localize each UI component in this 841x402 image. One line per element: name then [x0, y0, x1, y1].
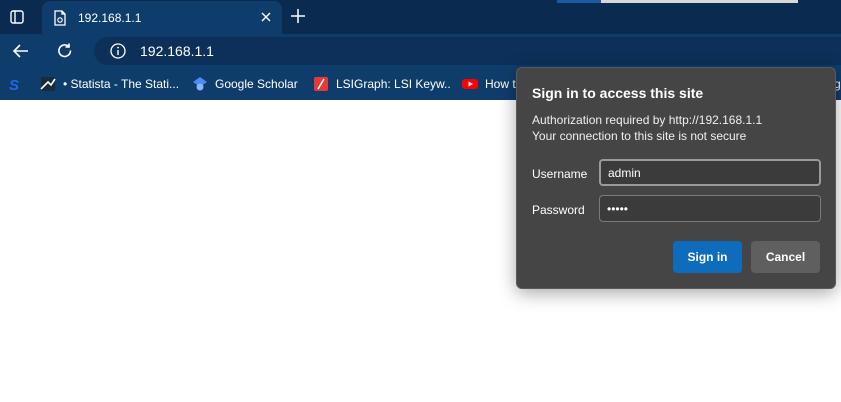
- close-icon[interactable]: [258, 9, 274, 25]
- bookmark-s[interactable]: S: [6, 68, 29, 100]
- toolbar: 192.168.1.1: [0, 34, 841, 68]
- tab-strip: 192.168.1.1: [0, 0, 841, 34]
- bookmark-lsigraph[interactable]: LSIGraph: LSI Keyw...: [313, 68, 451, 100]
- cancel-button[interactable]: Cancel: [751, 241, 820, 273]
- svg-text:S: S: [9, 77, 19, 92]
- back-arrow-icon[interactable]: [9, 39, 33, 63]
- scholar-icon: [192, 76, 208, 92]
- username-field[interactable]: [599, 159, 821, 186]
- window-edge-strip: [601, 0, 798, 3]
- username-label: Username: [532, 167, 588, 181]
- lsigraph-icon: [313, 76, 329, 92]
- bookmark-label: How t: [485, 77, 516, 91]
- dialog-title: Sign in to access this site: [532, 85, 704, 101]
- bookmark-google-scholar[interactable]: Google Scholar: [192, 68, 302, 100]
- sign-in-dialog: Sign in to access this site Authorizatio…: [516, 67, 836, 289]
- info-icon[interactable]: [110, 43, 126, 59]
- youtube-icon: [462, 76, 478, 92]
- active-tab[interactable]: 192.168.1.1: [42, 1, 282, 34]
- s-logo-icon: S: [6, 76, 22, 92]
- bookmark-label: LSIGraph: LSI Keyw...: [336, 77, 451, 91]
- password-field[interactable]: [599, 195, 821, 222]
- window-edge-accent: [557, 0, 601, 3]
- statista-icon: [40, 76, 56, 92]
- sign-in-button[interactable]: Sign in: [673, 241, 742, 273]
- bookmark-label: • Statista - The Stati...: [63, 77, 180, 91]
- authorization-text: Authorization required by http://192.168…: [532, 113, 763, 127]
- tab-title: 192.168.1.1: [78, 10, 142, 25]
- bookmark-youtube[interactable]: How t: [462, 68, 516, 100]
- plus-icon[interactable]: [287, 5, 309, 27]
- address-bar[interactable]: 192.168.1.1: [94, 37, 841, 65]
- bookmark-label: Google Scholar: [215, 77, 298, 91]
- refresh-icon[interactable]: [53, 39, 77, 63]
- url-text[interactable]: 192.168.1.1: [140, 43, 214, 59]
- connection-warning-text: Your connection to this site is not secu…: [532, 129, 747, 143]
- password-label: Password: [532, 203, 585, 217]
- page-icon: [52, 9, 68, 26]
- tab-actions-icon[interactable]: [6, 6, 28, 28]
- bookmark-statista[interactable]: • Statista - The Stati...: [40, 68, 180, 100]
